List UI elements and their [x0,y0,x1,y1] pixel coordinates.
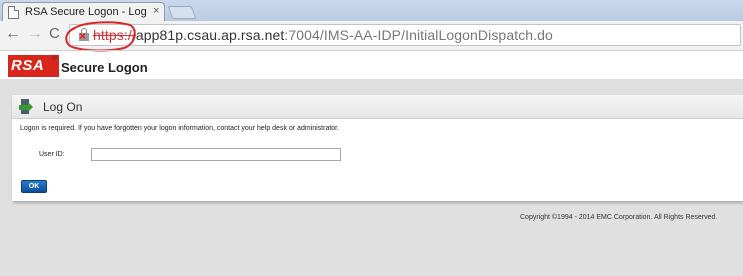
back-arrow-icon[interactable]: ← [5,25,21,43]
panel-header: Log On [12,95,743,119]
url-host: app81p.csau.ap.rsa.net [135,27,285,43]
annotation-circle [65,21,136,52]
divider [0,50,743,51]
url-text[interactable]: https://app81p.csau.ap.rsa.net:7004/IMS-… [93,27,553,43]
url-path: :7004/IMS-AA-IDP/InitialLogonDispatch.do [284,27,553,43]
registered-mark: ® [52,55,58,62]
new-tab-button[interactable] [167,6,197,19]
rsa-logo-text: RSA [11,57,45,74]
address-bar[interactable]: × https://app81p.csau.ap.rsa.net:7004/IM… [69,24,741,46]
page-title: Secure Logon [61,60,148,75]
user-id-label: User ID: [39,151,65,158]
forward-arrow-icon[interactable]: → [27,25,43,43]
panel-title: Log On [43,100,83,114]
copyright-text: Copyright ©1994 - 2014 EMC Corporation. … [520,214,718,221]
logon-panel: Log On Logon is required. If you have fo… [12,95,743,201]
tab-title: RSA Secure Logon - Log C [25,6,149,18]
user-id-input[interactable] [91,148,341,161]
reload-icon[interactable]: C [49,25,60,43]
tab-close-icon[interactable]: × [153,5,159,17]
ok-button[interactable]: OK [21,180,47,193]
logon-info-text: Logon is required. If you have forgotten… [20,125,340,132]
browser-tab[interactable]: RSA Secure Logon - Log C × [2,2,165,22]
page-icon [8,6,19,19]
logon-door-icon [19,99,33,116]
browser-tab-strip: RSA Secure Logon - Log C × [0,0,743,22]
